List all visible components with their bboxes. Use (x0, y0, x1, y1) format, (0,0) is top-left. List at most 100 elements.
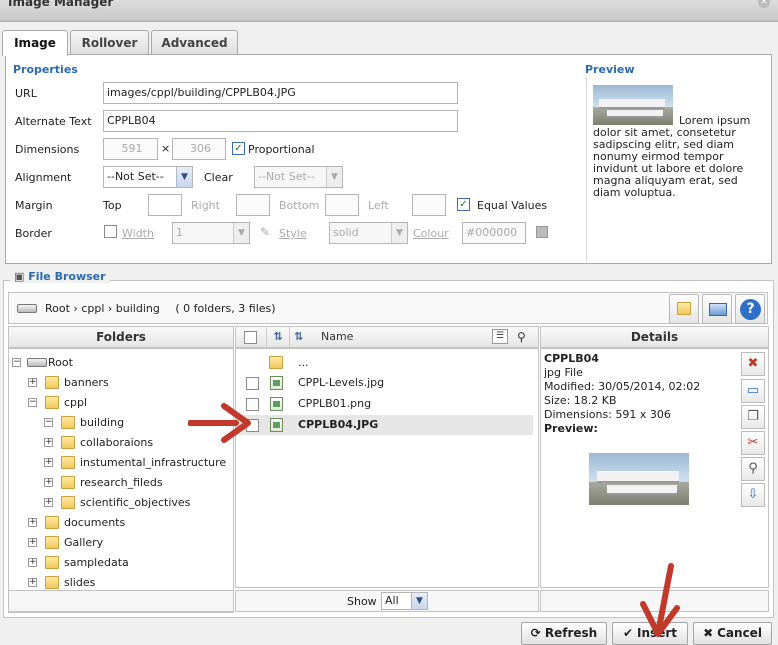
check-icon: ✔ (622, 626, 634, 640)
detail-name: CPPLB04 (544, 352, 599, 365)
image-file-icon (270, 376, 283, 390)
tree-item-instumental-infrastructure[interactable]: instumental_infrastructure (80, 454, 226, 472)
cancel-label: Cancel (717, 626, 762, 640)
chevron-down-icon: ▼ (233, 223, 249, 243)
show-filter-select[interactable]: All ▼ (381, 592, 428, 610)
url-input[interactable]: images/cppl/building/CPPLB04.JPG (103, 82, 458, 104)
tab-advanced[interactable]: Advanced (151, 30, 238, 55)
close-icon[interactable]: ✕ (758, 0, 770, 8)
tree-item-root[interactable]: Root (48, 354, 73, 372)
width-input[interactable]: 591 (103, 138, 158, 160)
height-input[interactable]: 306 (172, 138, 226, 160)
tree-item-documents[interactable]: documents (64, 514, 125, 532)
tree-item-building[interactable]: building (80, 414, 124, 432)
parent-folder-label: ... (298, 356, 309, 369)
tab-image[interactable]: Image (2, 30, 68, 56)
root-drive-icon (27, 358, 47, 367)
list-item[interactable]: CPPLB01.png (236, 394, 533, 414)
file-checkbox[interactable] (246, 377, 259, 390)
alt-text-input[interactable]: CPPLB04 (103, 110, 458, 132)
tree-item-research-fileds[interactable]: research_fileds (80, 474, 163, 492)
detail-type: jpg File (544, 366, 583, 379)
border-style-select[interactable]: solid ▼ (329, 222, 408, 244)
rename-button[interactable]: ▭ (741, 379, 765, 403)
collapse-root-icon[interactable]: − (12, 358, 21, 367)
cut-button[interactable]: ✂ (741, 431, 765, 455)
folder-icon (45, 576, 59, 589)
cancel-icon: ✖ (703, 626, 714, 640)
equal-values-checkbox[interactable]: ✓ (457, 198, 470, 211)
cancel-button[interactable]: ✖ Cancel (693, 622, 772, 645)
tab-rollover[interactable]: Rollover (70, 30, 149, 55)
view-list-icon[interactable]: ☰ (492, 329, 508, 344)
proportional-checkbox[interactable]: ✓ (232, 142, 245, 155)
copy-button[interactable]: ❐ (741, 405, 765, 429)
folder-open-icon (61, 416, 75, 429)
list-item[interactable]: CPPL-Levels.jpg (236, 373, 533, 393)
expand-icon[interactable]: + (28, 578, 37, 587)
expand-icon[interactable]: + (28, 378, 37, 387)
tree-item-sampledata[interactable]: sampledata (64, 554, 129, 572)
binoculars-icon[interactable]: ⚲ (517, 327, 526, 347)
refresh-button[interactable]: ⟳ Refresh (521, 622, 607, 645)
help-button[interactable]: ? (735, 294, 765, 324)
delete-button[interactable]: ✖ (741, 352, 765, 376)
select-all-checkbox[interactable] (244, 331, 257, 344)
collapse-icon[interactable]: − (44, 418, 53, 427)
show-filter-value: All (385, 594, 399, 607)
margin-top-input[interactable] (148, 194, 182, 216)
sort-type-icon[interactable]: ⇅ (266, 327, 290, 347)
tree-item-cppl[interactable]: cppl (64, 394, 87, 412)
upload-button[interactable] (702, 294, 732, 324)
expand-icon[interactable]: + (28, 558, 37, 567)
file-name: CPPLB01.png (298, 397, 372, 410)
folder-icon (61, 456, 75, 469)
download-button[interactable]: ⇩ (741, 483, 765, 507)
expand-icon[interactable]: + (44, 458, 53, 467)
chevron-down-icon: ▼ (411, 593, 427, 609)
tree-item-scientific-objectives[interactable]: scientific_objectives (80, 494, 190, 512)
expand-icon[interactable]: + (28, 538, 37, 547)
margin-bottom-input[interactable] (325, 194, 359, 216)
alt-text-label: Alternate Text (15, 115, 92, 128)
breadcrumb-path[interactable]: Root › cppl › building (45, 302, 160, 315)
border-width-select[interactable]: 1 ▼ (172, 222, 250, 244)
expand-icon[interactable]: + (44, 478, 53, 487)
tree-item-banners[interactable]: banners (64, 374, 109, 392)
times-sign: × (161, 142, 171, 155)
new-folder-button[interactable] (669, 294, 699, 324)
border-width-label: Width (122, 227, 154, 240)
expand-icon[interactable]: + (44, 498, 53, 507)
file-name: CPPL-Levels.jpg (298, 376, 385, 389)
detail-preview-label: Preview: (544, 422, 598, 435)
tree-item-collaboraions[interactable]: collaboraions (80, 434, 153, 452)
expand-icon[interactable]: + (28, 518, 37, 527)
collapse-icon[interactable]: − (28, 398, 37, 407)
margin-left-input[interactable] (412, 194, 446, 216)
tree-item-gallery[interactable]: Gallery (64, 534, 103, 552)
clear-select[interactable]: --Not Set-- ▼ (254, 166, 343, 188)
list-item-parent[interactable]: ... (236, 353, 533, 373)
sort-name-icon[interactable]: ⇅ (294, 327, 303, 347)
margin-top-label: Top (103, 199, 122, 212)
upload-icon (709, 303, 727, 316)
help-icon: ? (740, 299, 761, 320)
margin-right-input[interactable] (236, 194, 270, 216)
expand-icon[interactable]: + (44, 438, 53, 447)
alignment-label: Alignment (15, 171, 72, 184)
path-bar: Root › cppl › building ( 0 folders, 3 fi… (8, 292, 768, 324)
alignment-select[interactable]: --Not Set-- ▼ (103, 166, 193, 188)
border-width-value: 1 (176, 226, 183, 239)
border-checkbox[interactable] (104, 225, 117, 238)
details-header: Details (540, 326, 769, 348)
name-header[interactable]: Name (321, 327, 353, 347)
equal-values-label: Equal Values (477, 199, 548, 212)
view-button[interactable]: ⚲ (741, 457, 765, 481)
image-file-icon (270, 397, 283, 411)
list-item-selected[interactable]: CPPLB04.JPG (236, 415, 533, 435)
folder-icon (45, 516, 59, 529)
colour-picker-icon[interactable] (536, 226, 548, 238)
annotation-arrow-down (640, 563, 680, 637)
border-colour-input[interactable]: #000000 (462, 222, 526, 244)
copy-icon: ❐ (747, 409, 759, 424)
